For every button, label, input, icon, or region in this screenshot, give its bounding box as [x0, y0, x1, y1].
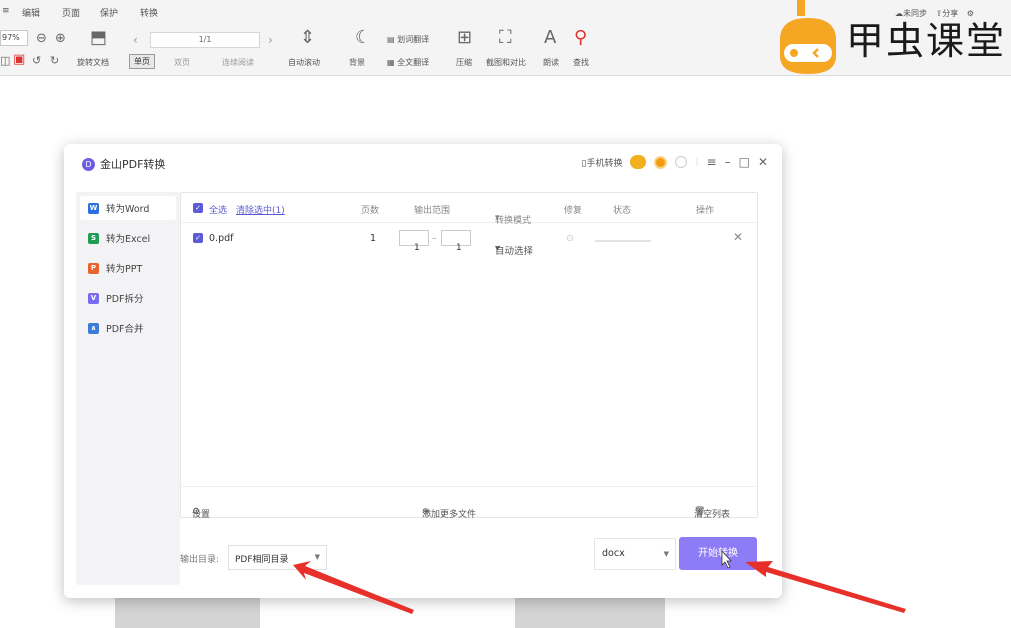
rotate-doc-label[interactable]: 旋转文档 [77, 57, 109, 68]
minimize-icon[interactable]: – [725, 155, 731, 169]
continuous-read-button[interactable]: 连续阅读 [222, 57, 254, 68]
sidebar-item-to-excel[interactable]: S 转为Excel [80, 226, 176, 250]
read-aloud-label[interactable]: 朗读 [543, 57, 559, 68]
clear-selected-link[interactable]: 清除选中(1) [236, 203, 285, 216]
table-header: ✓ 全选 清除选中(1) 页数 输出范围 转换模式 ▾ 修复 状态 操作 [181, 193, 757, 226]
remove-file-icon[interactable]: ✕ [733, 230, 743, 244]
convert-sidebar: W 转为Word S 转为Excel P 转为PPT V PDF拆分 ∧ PDF… [76, 192, 180, 585]
zoom-out-icon[interactable]: ⊖ [36, 31, 47, 47]
mobile-convert-button[interactable]: ▯手机转换 [582, 156, 623, 169]
ppt-icon: P [88, 262, 99, 274]
single-page-button[interactable]: 单页 [129, 54, 155, 69]
merge-icon: ∧ [88, 322, 99, 334]
range-to-input[interactable]: 1 [441, 230, 471, 253]
dialog-title-actions: ▯手机转换 | ≡ – □ ✕ [581, 155, 768, 169]
top-right-tools: ☁未同步 ⇪分享 ⚙ [895, 8, 974, 19]
word-icon: W [88, 202, 99, 214]
next-page-icon[interactable]: › [268, 32, 273, 48]
sidebar-item-to-word[interactable]: W 转为Word [80, 196, 176, 220]
header-output-range: 输出范围 [414, 206, 451, 216]
translate-icon: ▤ [387, 35, 398, 44]
maximize-icon[interactable]: □ [739, 155, 750, 169]
screenshot-label[interactable]: 截图和对比 [486, 57, 526, 68]
compress-icon[interactable]: ⊞ [457, 29, 472, 47]
app-toolbar: ≡ 编辑 页面 保护 转换 97% ⊖ ⊕ ◫ ▣ ↺ ↻ ⬒ 旋转文档 ‹ 1… [0, 0, 1011, 76]
header-repair: 修复 [564, 206, 583, 216]
menu-icon[interactable]: ≡ [707, 155, 717, 169]
menu-page[interactable]: 页面 [62, 6, 80, 19]
share-button[interactable]: ⇪分享 [936, 9, 959, 18]
rotate-right-icon[interactable]: ↻ [50, 53, 59, 69]
chevron-down-icon: ▾ [495, 213, 500, 223]
mascot-icon [780, 0, 836, 74]
background-icon[interactable]: ☾ [355, 29, 371, 47]
translate-doc-icon: ▦ [387, 58, 398, 67]
auto-scroll-icon[interactable]: ⇕ [300, 29, 315, 47]
menu-edit[interactable]: 编辑 [22, 6, 40, 19]
sidebar-item-pdf-merge[interactable]: ∧ PDF合并 [80, 316, 176, 340]
file-list-panel: ✓ 全选 清除选中(1) 页数 输出范围 转换模式 ▾ 修复 状态 操作 ✓ 0… [180, 192, 758, 518]
page-number-input[interactable]: 1/1 [150, 32, 260, 48]
background-label[interactable]: 背景 [349, 57, 365, 68]
close-icon[interactable]: ✕ [758, 155, 768, 169]
start-convert-button[interactable]: 开始转换 [679, 537, 757, 570]
row-checkbox[interactable]: ✓ [193, 233, 203, 243]
header-status: 状态 [613, 206, 632, 216]
range-from-input[interactable]: 1 [399, 230, 429, 253]
select-all-label[interactable]: 全选 [209, 203, 227, 216]
sidebar-item-to-ppt[interactable]: P 转为PPT [80, 256, 176, 280]
excel-icon: S [88, 232, 99, 244]
progress-bar [595, 240, 651, 242]
repair-check-icon[interactable]: ⊙ [566, 233, 574, 244]
format-select[interactable]: docx ▼ [594, 538, 676, 570]
compress-label[interactable]: 压缩 [456, 57, 472, 68]
panel-footer: ⚙ 设置 ⊕ 添加更多文件 🗑 清空列表 [180, 486, 758, 520]
screenshot-icon[interactable]: ⛶ [499, 29, 512, 47]
double-page-button[interactable]: 双页 [174, 57, 190, 68]
prev-page-icon[interactable]: ‹ [133, 32, 138, 48]
settings-icon[interactable]: ⚙ [967, 9, 974, 18]
page-count: 1 [370, 233, 377, 244]
output-dir-label: 输出目录: [180, 555, 220, 565]
select-icon[interactable]: ◫ [0, 53, 10, 69]
chevron-down-icon: ▾ [495, 243, 500, 254]
word-translate-button[interactable]: ▤ 划词翻译 [387, 34, 429, 45]
rotate-doc-icon[interactable]: ⬒ [90, 29, 107, 47]
search-label[interactable]: 查找 [573, 57, 589, 68]
app-logo-icon: D [82, 157, 95, 171]
zoom-select[interactable]: 97% [0, 30, 28, 46]
read-aloud-icon[interactable]: A [544, 29, 556, 47]
chevron-down-icon: ▼ [314, 553, 320, 561]
output-dir-select[interactable]: PDF相同目录 ▼ [228, 545, 327, 570]
menu-protect[interactable]: 保护 [100, 6, 118, 19]
search-icon[interactable]: ⚲ [574, 29, 587, 47]
rotate-left-icon[interactable]: ↺ [32, 53, 41, 69]
auto-scroll-label[interactable]: 自动滚动 [288, 57, 320, 68]
pdf-convert-dialog: D 金山PDF转换 ▯手机转换 | ≡ – □ ✕ W 转为Word S 转为E… [64, 144, 782, 598]
split-icon: V [88, 292, 99, 304]
badge-icon[interactable] [675, 156, 688, 168]
chevron-down-icon: ▼ [663, 550, 669, 558]
header-action: 操作 [696, 206, 715, 216]
sidebar-item-pdf-split[interactable]: V PDF拆分 [80, 286, 176, 310]
brand-logo: 甲虫课堂 [770, 0, 1011, 76]
zoom-in-icon[interactable]: ⊕ [55, 31, 66, 47]
sync-status[interactable]: ☁未同步 [895, 9, 927, 18]
cloud-icon: ☁ [895, 9, 903, 18]
coin-icon[interactable] [654, 155, 668, 169]
vip-icon[interactable] [630, 155, 647, 169]
full-translate-button[interactable]: ▦ 全文翻译 [387, 57, 429, 68]
hand-tool-icon[interactable]: ▣ [13, 52, 25, 68]
header-pages: 页数 [361, 206, 380, 216]
file-name: 0.pdf [209, 233, 234, 244]
menu-convert[interactable]: 转换 [140, 6, 158, 19]
table-row: ✓ 0.pdf 1 1 – 1 自动选择 ▾ ⊙ ✕ [181, 223, 757, 259]
dialog-title: D 金山PDF转换 [82, 156, 165, 172]
select-all-checkbox[interactable]: ✓ [193, 203, 203, 213]
